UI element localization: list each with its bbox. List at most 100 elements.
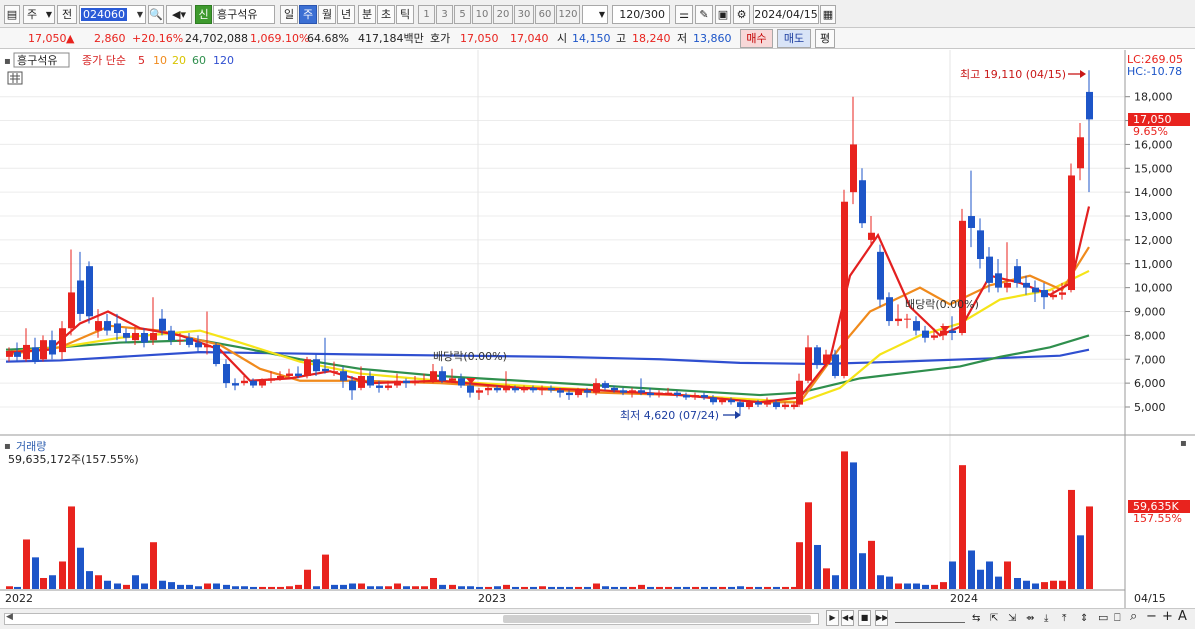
save-icon[interactable]: ▣ bbox=[715, 5, 731, 24]
volume-bar bbox=[620, 586, 627, 589]
interval-5[interactable]: 5 bbox=[454, 5, 471, 24]
interval-30[interactable]: 30 bbox=[514, 5, 534, 24]
candle-body bbox=[710, 397, 717, 403]
date-input[interactable]: 2024/04/15 bbox=[753, 5, 819, 24]
chart-mode-8-icon[interactable]: ⎕ bbox=[1114, 611, 1121, 624]
volume-bar bbox=[764, 586, 771, 589]
candle-body bbox=[439, 371, 446, 381]
zoom-out-icon[interactable]: − bbox=[1146, 610, 1157, 623]
horizontal-scrollbar[interactable]: ◀ bbox=[4, 612, 819, 625]
volume-bar bbox=[665, 586, 672, 589]
chart-mode-6-icon[interactable]: ⇕ bbox=[1080, 612, 1088, 625]
period-day[interactable]: 일 bbox=[280, 5, 298, 24]
candle-body bbox=[195, 342, 202, 348]
legend-ma5[interactable]: 5 bbox=[138, 54, 145, 67]
chart-mode-4-icon[interactable]: ⤓ bbox=[1044, 612, 1048, 625]
eval-button[interactable]: 평 bbox=[815, 29, 835, 48]
volume-bar bbox=[611, 586, 618, 589]
volume-bar bbox=[114, 583, 121, 589]
dividend-annotation-1: 배당락(0.00%) bbox=[433, 350, 507, 363]
period-minute[interactable]: 분 bbox=[358, 5, 376, 24]
sell-button[interactable]: 매도 bbox=[777, 29, 811, 48]
period-tick[interactable]: 틱 bbox=[396, 5, 414, 24]
legend-ma10[interactable]: 10 bbox=[153, 54, 167, 67]
candle-body bbox=[629, 390, 636, 393]
gear-icon[interactable]: ⚙ bbox=[733, 5, 750, 24]
legend-ma60[interactable]: 60 bbox=[192, 54, 206, 67]
stock-code-input[interactable]: 024060 ▼ bbox=[79, 5, 146, 24]
candle-body bbox=[14, 352, 21, 357]
candle-body bbox=[584, 390, 591, 393]
rewind-icon[interactable]: ◀◀ bbox=[841, 610, 854, 626]
candle-body bbox=[931, 335, 938, 338]
market-select[interactable]: 주 ▼ bbox=[23, 5, 55, 24]
legend-ma120[interactable]: 120 bbox=[213, 54, 234, 67]
chart-mode-2-icon[interactable]: ⇲ bbox=[1008, 612, 1016, 625]
candle-body bbox=[430, 371, 437, 381]
scroll-right-button[interactable]: ▶ bbox=[826, 610, 839, 626]
chart-mode-5-icon[interactable]: ⤒ bbox=[1062, 612, 1066, 625]
credit-badge[interactable]: 신 bbox=[195, 5, 212, 24]
volume-bar bbox=[104, 580, 111, 589]
zoom-in-icon[interactable]: + bbox=[1162, 610, 1173, 623]
volume-bar bbox=[931, 584, 938, 589]
candle-body bbox=[895, 318, 902, 322]
candle-body bbox=[638, 390, 645, 393]
volume-bar bbox=[195, 586, 202, 589]
volume-bar bbox=[449, 584, 456, 589]
interval-10[interactable]: 10 bbox=[472, 5, 492, 24]
interval-1[interactable]: 1 bbox=[418, 5, 435, 24]
interval-120[interactable]: 120 bbox=[556, 5, 580, 24]
volume-bar bbox=[331, 584, 338, 589]
high-label: 고 bbox=[616, 32, 627, 45]
stock-chart[interactable]: ▪ 흥구석유 종가 단순 5 10 20 60 120 LC:269.05 HC… bbox=[0, 50, 1195, 608]
chart-mode-1-icon[interactable]: ⇱ bbox=[990, 612, 998, 625]
interval-60[interactable]: 60 bbox=[535, 5, 555, 24]
volume-panel-close-icon[interactable]: ▪ bbox=[1180, 438, 1187, 449]
volume-bar bbox=[159, 580, 166, 589]
speaker-icon[interactable]: ◀▾ bbox=[166, 5, 192, 24]
candle-body bbox=[521, 387, 528, 391]
candle-type-icon[interactable]: ⚌ bbox=[675, 5, 693, 24]
prev-button[interactable]: 전 bbox=[57, 5, 77, 24]
volume-bar bbox=[494, 586, 501, 589]
candle-body bbox=[412, 380, 419, 384]
table-toggle-icon[interactable] bbox=[7, 71, 23, 85]
candle-body bbox=[647, 392, 654, 396]
fast-forward-icon[interactable]: ▶▶ bbox=[875, 610, 888, 626]
candle-body bbox=[114, 323, 121, 334]
zoom-slider[interactable] bbox=[895, 614, 965, 623]
stock-name-field[interactable]: 흥구석유 bbox=[213, 5, 275, 24]
chart-navigator: ◀ ▶ ◀◀ ■ ▶▶ ⇆ ⇱ ⇲ ⇴ ⤓ ⤒ ⇕ ▭ ⎕ ⌕ − + A bbox=[0, 608, 1195, 629]
font-size-icon[interactable]: A bbox=[1178, 610, 1187, 623]
period-year[interactable]: 년 bbox=[337, 5, 355, 24]
chart-mode-3-icon[interactable]: ⇴ bbox=[1026, 612, 1034, 625]
chart-mode-7-icon[interactable]: ▭ bbox=[1098, 611, 1108, 624]
scroll-left-icon[interactable]: ◀ bbox=[6, 612, 13, 622]
candle-body bbox=[701, 395, 708, 398]
draw-tool-icon[interactable]: ✎ bbox=[695, 5, 713, 24]
display-count-field[interactable]: 120/300 bbox=[612, 5, 670, 24]
interval-input[interactable]: ▼ bbox=[582, 5, 608, 24]
interval-20[interactable]: 20 bbox=[493, 5, 513, 24]
hc-label: HC:-10.78 bbox=[1127, 65, 1182, 78]
fit-icon[interactable]: ⇆ bbox=[972, 612, 980, 625]
interval-3[interactable]: 3 bbox=[436, 5, 453, 24]
calendar-icon[interactable]: ▦ bbox=[820, 5, 836, 24]
candle-body bbox=[458, 378, 465, 386]
period-second[interactable]: 초 bbox=[377, 5, 395, 24]
stop-icon[interactable]: ■ bbox=[858, 610, 871, 626]
candle-body bbox=[141, 333, 148, 343]
search-icon[interactable]: 🔍 bbox=[148, 5, 164, 24]
magnifier-icon[interactable]: ⌕ bbox=[1130, 610, 1137, 623]
period-week[interactable]: 주 bbox=[299, 5, 317, 24]
scrollbar-thumb[interactable] bbox=[503, 615, 811, 623]
candle-body bbox=[177, 340, 184, 342]
period-month[interactable]: 월 bbox=[318, 5, 336, 24]
legend-ma20[interactable]: 20 bbox=[172, 54, 186, 67]
volume-bar bbox=[49, 575, 56, 589]
volume-bar bbox=[68, 506, 75, 589]
up-arrow-icon: ▲ bbox=[66, 32, 75, 45]
window-menu-icon[interactable]: ▤ bbox=[4, 5, 20, 24]
buy-button[interactable]: 매수 bbox=[740, 29, 773, 48]
